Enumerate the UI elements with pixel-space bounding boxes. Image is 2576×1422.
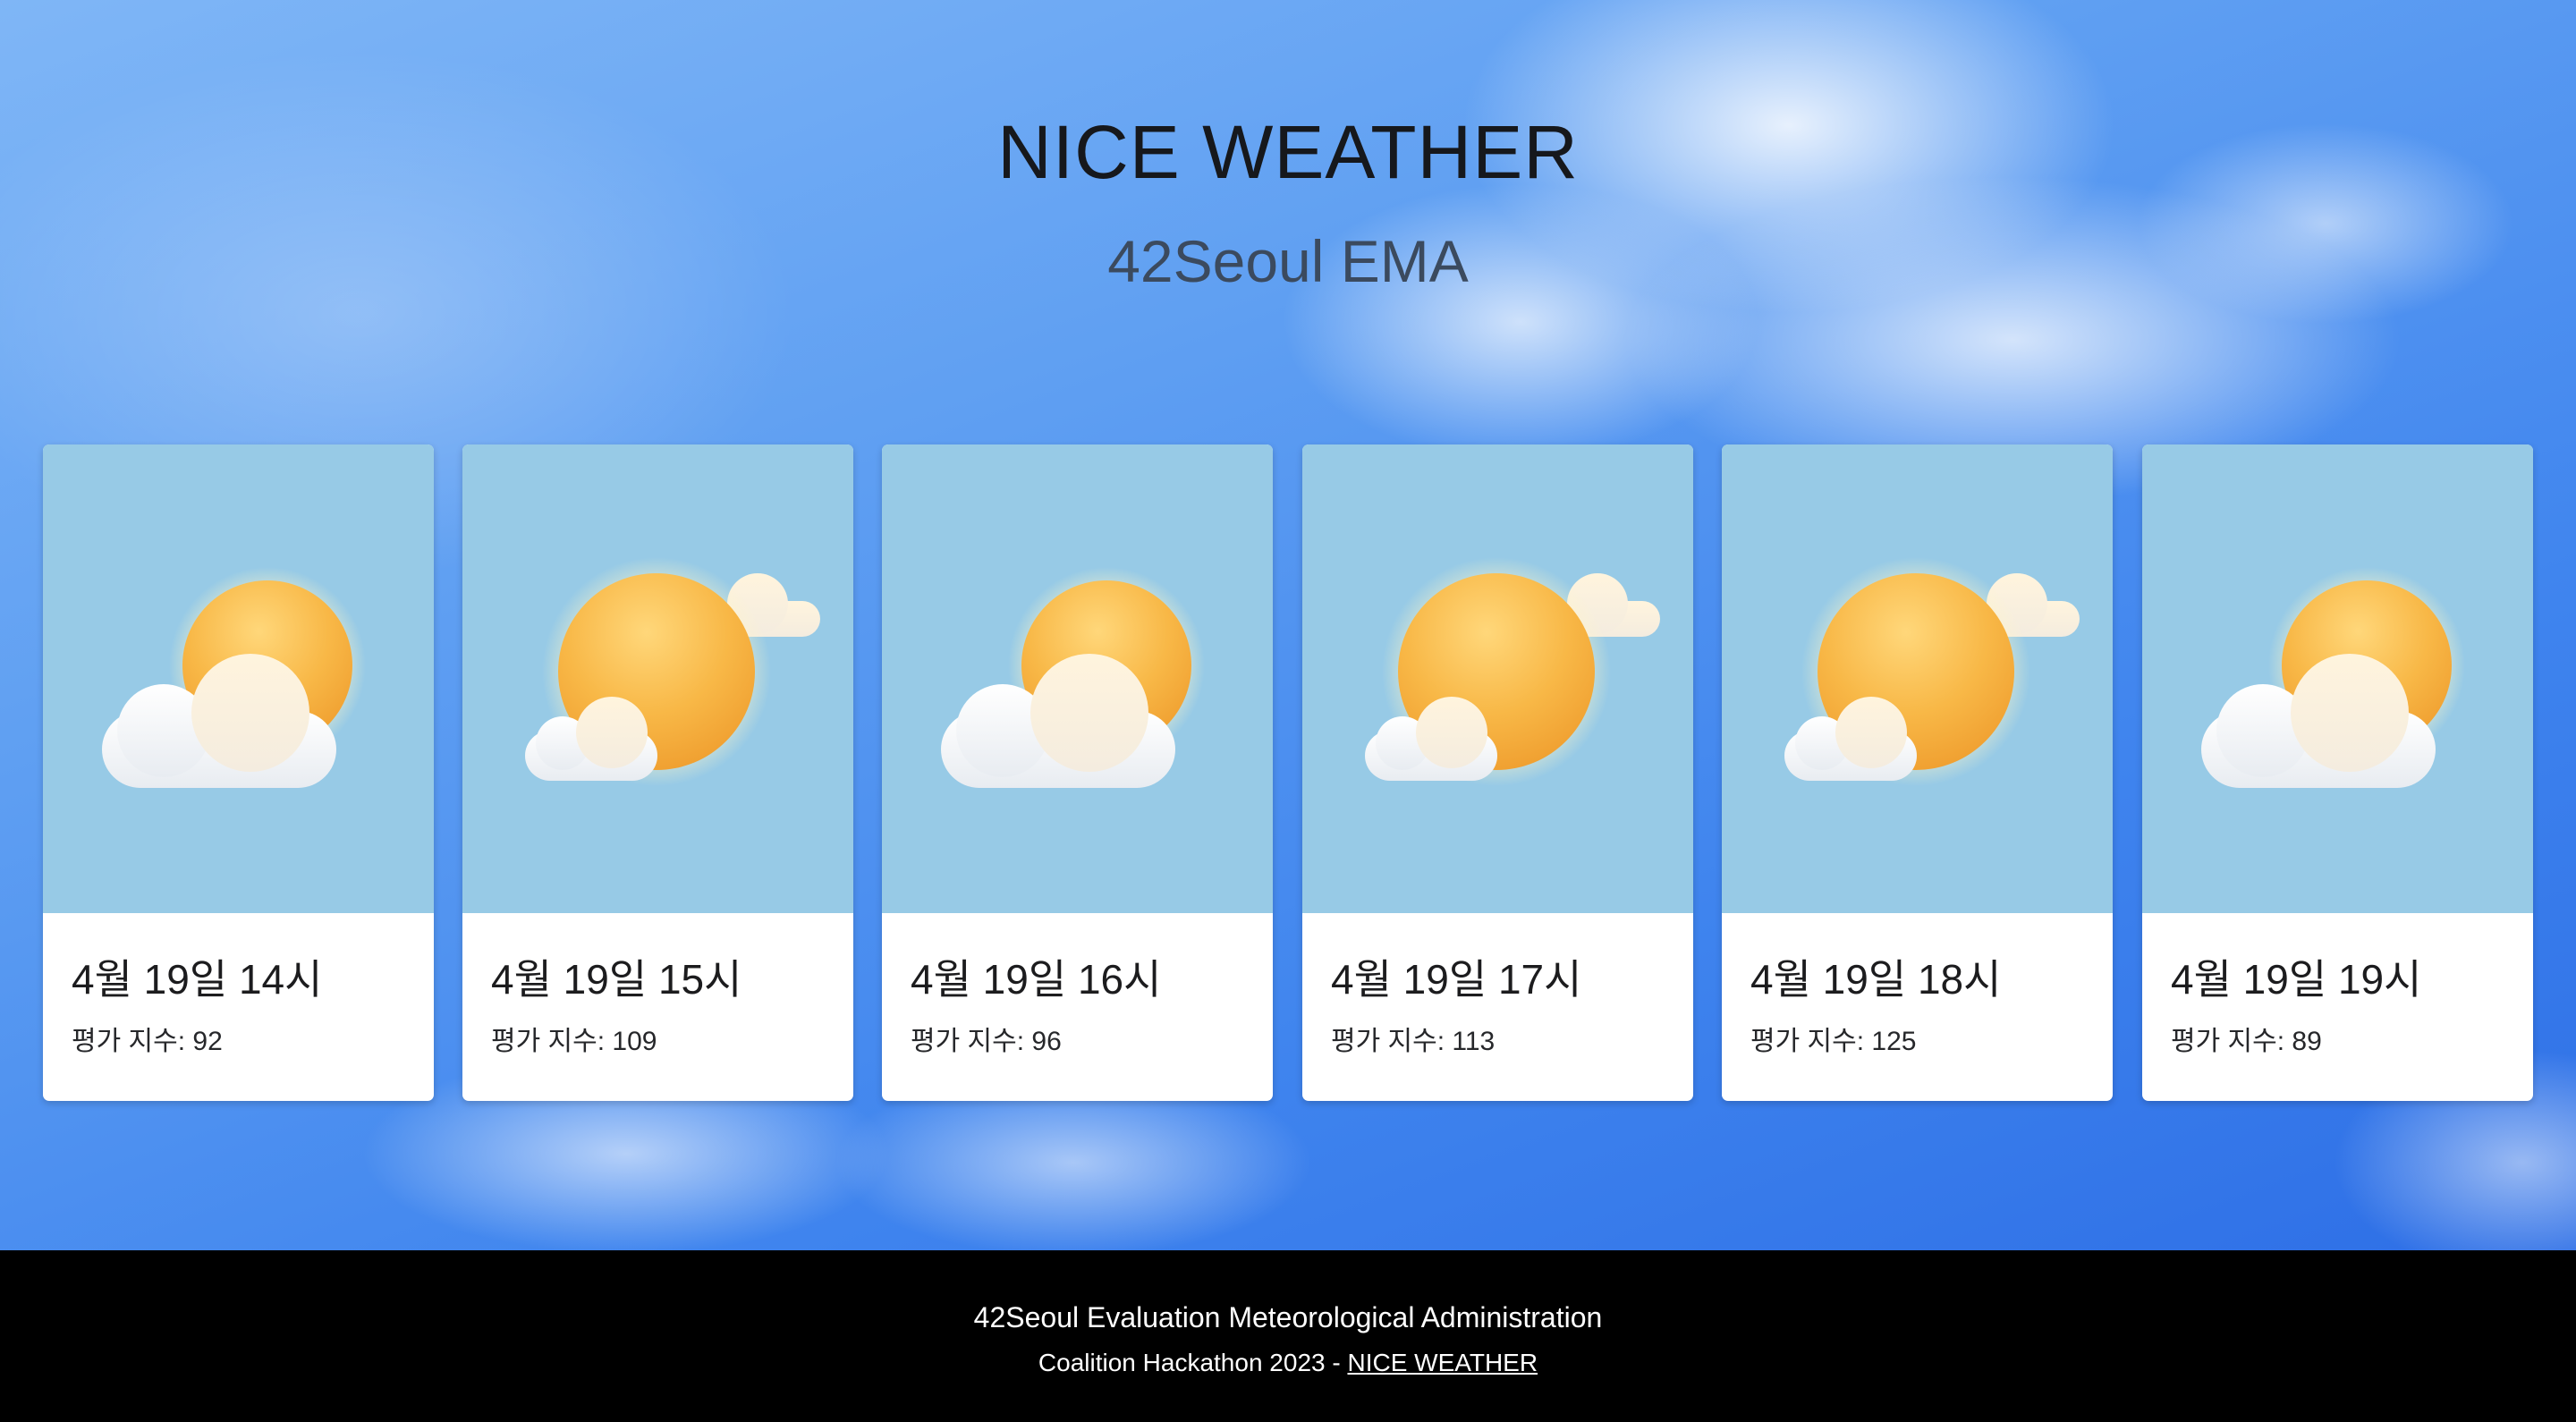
page-title: NICE WEATHER — [997, 110, 1579, 194]
sun-behind-cloud-icon — [102, 567, 366, 788]
footer-organization: 42Seoul Evaluation Meteorological Admini… — [973, 1301, 1603, 1333]
card-score: 평가 지수: 96 — [911, 1027, 1062, 1056]
forecast-card[interactable]: 4월 19일 14시 평가 지수: 92 — [43, 444, 434, 1101]
card-score: 평가 지수: 92 — [72, 1027, 223, 1056]
card-time: 4월 19일 16시 — [911, 956, 1162, 1003]
sun-with-small-clouds-icon — [1365, 557, 1660, 786]
card-time: 4월 19일 19시 — [2171, 956, 2422, 1003]
sun-behind-cloud-icon — [2201, 567, 2465, 788]
card-time: 4월 19일 15시 — [491, 956, 742, 1003]
card-weather-image — [1722, 444, 2113, 913]
card-weather-image — [882, 444, 1273, 913]
footer-nice-weather-link[interactable]: NICE WEATHER — [1347, 1349, 1538, 1376]
card-time: 4월 19일 14시 — [72, 956, 323, 1003]
card-weather-image — [462, 444, 853, 913]
forecast-card[interactable]: 4월 19일 16시 평가 지수: 96 — [882, 444, 1273, 1101]
forecast-card[interactable]: 4월 19일 19시 평가 지수: 89 — [2142, 444, 2533, 1101]
page-subtitle: 42Seoul EMA — [1107, 228, 1469, 294]
card-score: 평가 지수: 125 — [1750, 1027, 1917, 1056]
card-score: 평가 지수: 109 — [491, 1027, 657, 1056]
page-footer: 42Seoul Evaluation Meteorological Admini… — [0, 1250, 2576, 1422]
sun-with-small-clouds-icon — [525, 557, 820, 786]
forecast-card[interactable]: 4월 19일 17시 평가 지수: 113 — [1302, 444, 1693, 1101]
card-weather-image — [1302, 444, 1693, 913]
card-score: 평가 지수: 89 — [2171, 1027, 2322, 1056]
footer-credits: Coalition Hackathon 2023 - NICE WEATHER — [0, 1349, 2576, 1377]
sun-with-small-clouds-icon — [1784, 557, 2080, 786]
card-time: 4월 19일 17시 — [1331, 956, 1582, 1003]
forecast-card[interactable]: 4월 19일 18시 평가 지수: 125 — [1722, 444, 2113, 1101]
card-score: 평가 지수: 113 — [1331, 1027, 1496, 1056]
forecast-card[interactable]: 4월 19일 15시 평가 지수: 109 — [462, 444, 853, 1101]
card-weather-image — [43, 444, 434, 913]
card-weather-image — [2142, 444, 2533, 913]
footer-credits-prefix: Coalition Hackathon 2023 - — [1038, 1349, 1348, 1376]
forecast-cards: 4월 19일 14시 평가 지수: 92 4월 19일 15시 평가 지수: 1… — [43, 444, 2533, 1101]
card-time: 4월 19일 18시 — [1750, 956, 2002, 1003]
sun-behind-cloud-icon — [941, 567, 1205, 788]
